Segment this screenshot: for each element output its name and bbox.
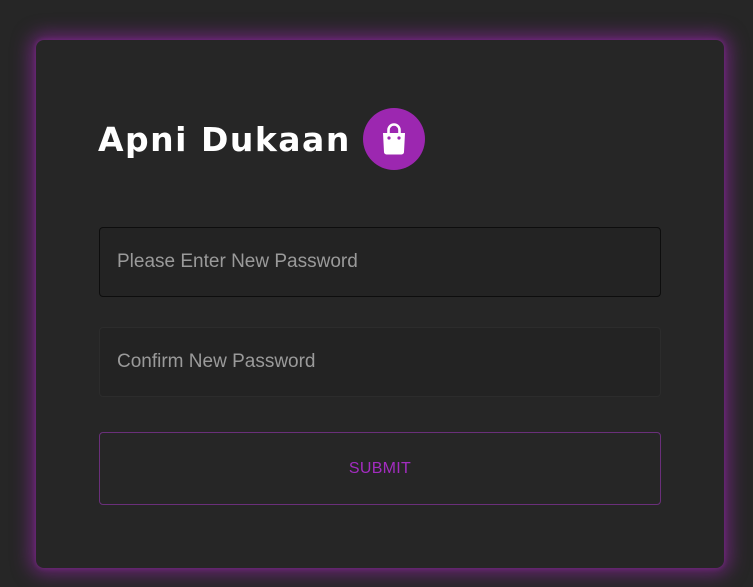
shopping-bag-icon [362,108,425,170]
new-password-field[interactable] [99,227,661,297]
brand-title: Apni Dukaan [98,119,351,159]
shopping-bag-icon-glyph [382,123,405,155]
confirm-password-field[interactable] [99,327,661,397]
reset-password-card: Apni Dukaan SUBMIT [36,40,724,568]
submit-button[interactable]: SUBMIT [99,432,661,505]
brand-header: Apni Dukaan [98,108,425,170]
